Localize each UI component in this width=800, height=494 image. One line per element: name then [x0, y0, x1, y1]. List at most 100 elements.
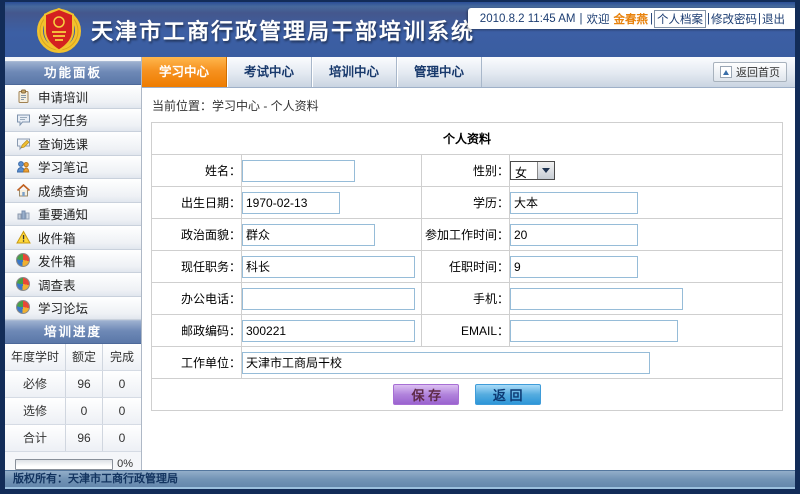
column-header: 额定: [65, 344, 102, 370]
table-row: 选修 0 0: [5, 398, 141, 425]
cell: 96: [65, 425, 102, 451]
cell: 必修: [5, 371, 65, 397]
sidebar-item-label: 收件箱: [38, 228, 76, 247]
sidebar-item-label: 申请培训: [38, 87, 88, 106]
form-buttons-row: 保 存 返 回: [152, 379, 783, 411]
cell: 0: [102, 425, 141, 451]
training-progress-header: 培训进度: [5, 320, 141, 344]
save-button[interactable]: 保 存: [393, 384, 459, 405]
sidebar-item-study-tasks[interactable]: 学习任务: [5, 109, 141, 133]
politics-label: 政治面貌：: [152, 219, 242, 251]
tenure-label: 任职时间：: [422, 251, 510, 283]
tab-study-center[interactable]: 学习中心: [142, 57, 227, 87]
office-phone-input[interactable]: [242, 288, 415, 310]
progress-table-header-row: 年度学时 额定 完成: [5, 344, 141, 371]
sidebar-item-forum[interactable]: 学习论坛: [5, 297, 141, 321]
progress-table: 年度学时 额定 完成 必修 96 0 选修 0 0 合计 96 0: [5, 344, 141, 452]
users-icon: [16, 159, 31, 174]
tab-management-center[interactable]: 管理中心: [397, 57, 482, 87]
separator: |: [707, 13, 710, 25]
function-panel-header: 功能面板: [5, 61, 141, 85]
header: 天津市工商行政管理局干部培训系统 2010.8.2 11:45 AM | 欢迎 …: [5, 2, 795, 57]
progress-bar: [15, 459, 113, 470]
cell: 选修: [5, 398, 65, 424]
app-window: 天津市工商行政管理局干部培训系统 2010.8.2 11:45 AM | 欢迎 …: [5, 2, 795, 489]
home-icon: [16, 183, 31, 198]
mobile-label: 手机：: [422, 283, 510, 315]
sidebar-item-study-notes[interactable]: 学习笔记: [5, 156, 141, 180]
office-phone-label: 办公电话：: [152, 283, 242, 315]
form-title: 个人资料: [152, 123, 783, 155]
pie-chart-icon: [16, 300, 31, 315]
work-unit-label: 工作单位：: [152, 347, 242, 379]
email-input[interactable]: [510, 320, 678, 342]
chevron-down-icon[interactable]: [537, 162, 554, 179]
sidebar-item-inbox[interactable]: 收件箱: [5, 226, 141, 250]
education-label: 学历：: [422, 187, 510, 219]
back-to-home-label: 返回首页: [736, 64, 780, 80]
emblem-logo-icon: [35, 6, 83, 54]
cell: 96: [65, 371, 102, 397]
table-row: 出生日期： 学历：: [152, 187, 783, 219]
name-input[interactable]: [242, 160, 355, 182]
separator: |: [650, 13, 653, 25]
zip-label: 邮政编码：: [152, 315, 242, 347]
work-unit-input[interactable]: [242, 352, 650, 374]
back-to-home-button[interactable]: 返回首页: [713, 62, 787, 82]
sidebar-item-survey[interactable]: 调查表: [5, 273, 141, 297]
progress-bar-row: 0%: [5, 452, 141, 470]
cell: 0: [102, 371, 141, 397]
top-user-bar: 2010.8.2 11:45 AM | 欢迎 金春燕 | 个人档案 | 修改密码…: [468, 8, 795, 29]
cell: 0: [102, 398, 141, 424]
pie-chart-icon: [16, 277, 31, 292]
sidebar-item-course-query[interactable]: 查询选课: [5, 132, 141, 156]
breadcrumb: 当前位置：学习中心 - 个人资料: [142, 88, 795, 122]
birthdate-input[interactable]: [242, 192, 340, 214]
politics-input[interactable]: [242, 224, 375, 246]
sidebar-item-label: 查询选课: [38, 134, 88, 153]
logout-link[interactable]: 退出: [762, 11, 785, 27]
table-row: 办公电话： 手机：: [152, 283, 783, 315]
up-arrow-icon: [720, 66, 732, 78]
username-text: 金春燕: [614, 11, 649, 27]
welcome-text: 欢迎: [587, 11, 610, 27]
table-row: 邮政编码： EMAIL：: [152, 315, 783, 347]
tenure-input[interactable]: [510, 256, 638, 278]
pie-chart-icon: [16, 253, 31, 268]
separator: |: [580, 13, 583, 25]
sidebar-item-outbox[interactable]: 发件箱: [5, 250, 141, 274]
table-row: 工作单位：: [152, 347, 783, 379]
education-input[interactable]: [510, 192, 638, 214]
gender-value: 女: [511, 162, 537, 179]
content-area: 学习中心 考试中心 培训中心 管理中心 返回首页 当前位置：学习中心 - 个人资…: [142, 57, 795, 470]
zip-input[interactable]: [242, 320, 415, 342]
cell: 合计: [5, 425, 65, 451]
tab-exam-center[interactable]: 考试中心: [227, 57, 312, 87]
profile-link[interactable]: 个人档案: [654, 10, 706, 28]
sidebar-item-label: 调查表: [38, 275, 76, 294]
email-label: EMAIL：: [422, 315, 510, 347]
table-row: 姓名： 性别： 女: [152, 155, 783, 187]
column-header: 年度学时: [5, 344, 65, 370]
gender-select[interactable]: 女: [510, 161, 555, 180]
sidebar-item-notices[interactable]: 重要通知: [5, 203, 141, 227]
bar-chart-icon: [16, 206, 31, 221]
table-row: 合计 96 0: [5, 425, 141, 452]
change-password-link[interactable]: 修改密码: [711, 11, 757, 27]
warning-icon: [16, 230, 31, 245]
table-row: 政治面貌： 参加工作时间：: [152, 219, 783, 251]
position-input[interactable]: [242, 256, 415, 278]
tab-training-center[interactable]: 培训中心: [312, 57, 397, 87]
tab-bar: 学习中心 考试中心 培训中心 管理中心 返回首页: [142, 57, 795, 88]
mobile-input[interactable]: [510, 288, 683, 310]
sidebar-item-score-query[interactable]: 成绩查询: [5, 179, 141, 203]
work-start-input[interactable]: [510, 224, 638, 246]
table-row: 必修 96 0: [5, 371, 141, 398]
clipboard-icon: [16, 89, 31, 104]
chat-edit-icon: [16, 136, 31, 151]
main-area: 功能面板 申请培训 学习任务 查询选课: [5, 57, 795, 470]
sidebar-item-apply-training[interactable]: 申请培训: [5, 85, 141, 109]
progress-percent: 0%: [117, 458, 133, 470]
footer-copyright: 版权所有：天津市工商行政管理局: [5, 470, 795, 487]
back-button[interactable]: 返 回: [475, 384, 541, 405]
